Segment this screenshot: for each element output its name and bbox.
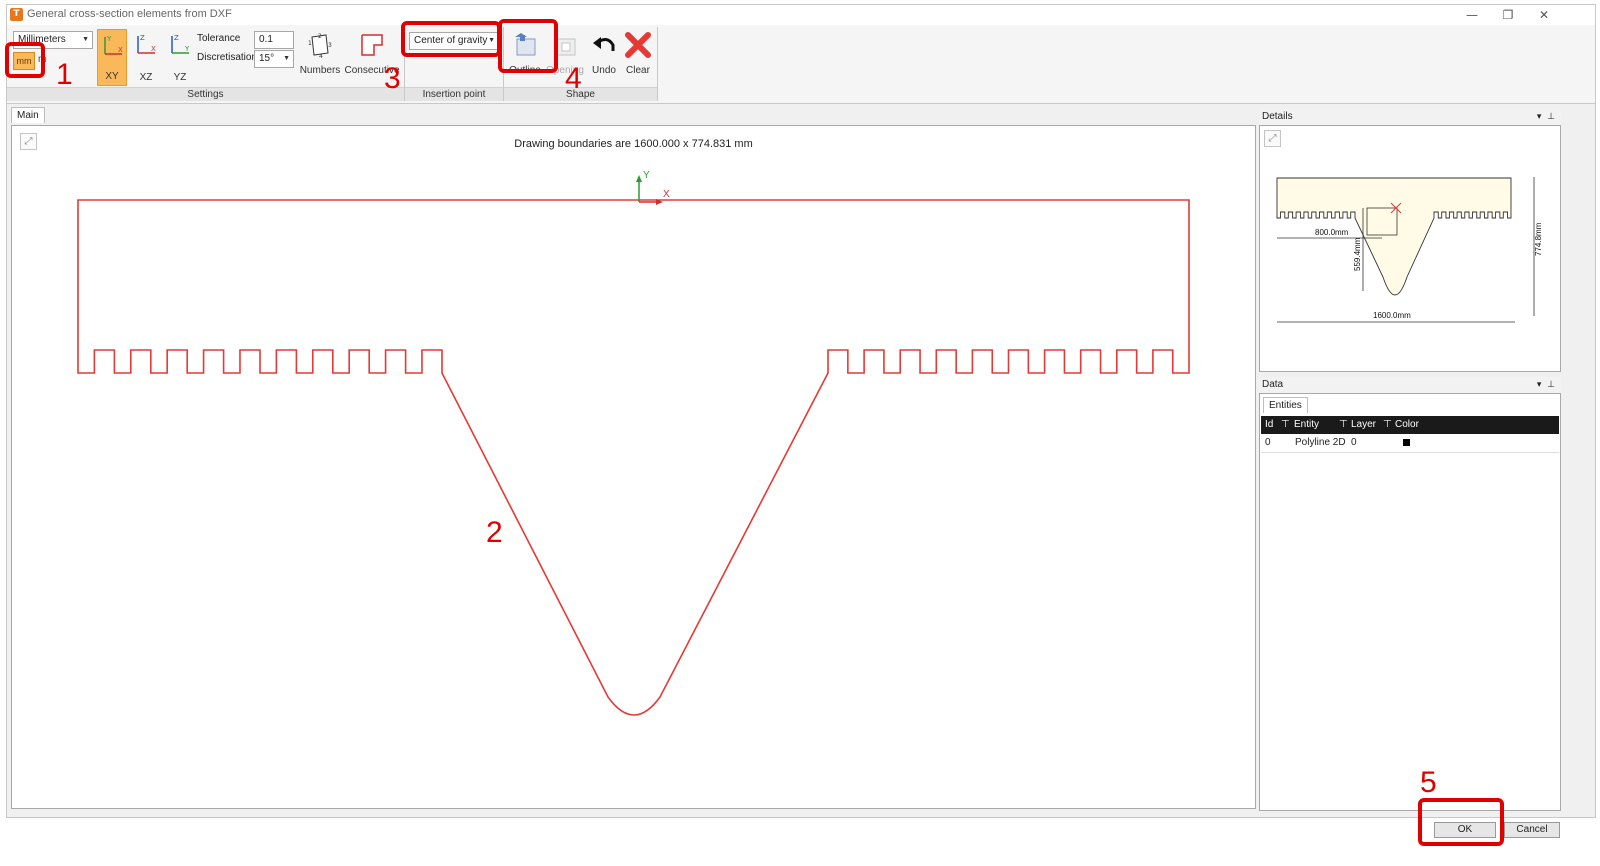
restore-button[interactable]: ❐ xyxy=(1493,7,1523,23)
cross-section-outline xyxy=(77,199,1190,716)
row-color-swatch xyxy=(1403,439,1410,446)
chevron-down-icon: ▼ xyxy=(82,36,89,43)
plane-xz-label: XZ xyxy=(139,72,153,83)
dim-half-width: 800.0mm xyxy=(1315,228,1349,237)
clear-label: Clear xyxy=(626,65,650,76)
step-2-label: 2 xyxy=(486,516,503,549)
details-preview: 800.0mm 1600.0mm 774.8mm 559.4mm xyxy=(1276,177,1543,323)
plane-xz-button[interactable]: Z X XZ xyxy=(131,29,161,86)
filter-icon[interactable]: ⊤ xyxy=(1281,416,1290,434)
svg-text:Z: Z xyxy=(174,34,179,42)
cancel-button[interactable]: Cancel xyxy=(1504,822,1560,838)
dim-depth: 559.4mm xyxy=(1353,237,1362,271)
col-id[interactable]: Id xyxy=(1265,416,1273,434)
tolerance-label: Tolerance xyxy=(197,33,241,44)
details-header: Details ▾ ⊥ xyxy=(1259,109,1561,125)
plane-xy-button[interactable]: Y X XY xyxy=(97,29,127,86)
details-title: Details xyxy=(1262,111,1293,122)
discretisation-label: Discretisation xyxy=(197,52,258,63)
xz-axes-icon: Z X xyxy=(137,34,156,54)
minimize-button[interactable]: — xyxy=(1457,7,1487,23)
numbers-button[interactable]: 2 1 3 4 Numbers xyxy=(299,29,341,76)
svg-text:Y: Y xyxy=(184,45,190,53)
clear-button[interactable]: Clear xyxy=(622,29,654,76)
details-panel: ⤢ 800.0mm 1600.0mm 774.8mm 559.4mm xyxy=(1259,125,1561,372)
numbers-label: Numbers xyxy=(299,65,341,76)
undo-button[interactable]: Undo xyxy=(587,29,621,76)
tab-entities[interactable]: Entities xyxy=(1263,397,1308,413)
discretisation-select[interactable]: 15° ▼ xyxy=(254,50,294,68)
plane-xy-label: XY xyxy=(105,71,119,82)
chevron-down-icon: ▼ xyxy=(283,55,290,62)
tab-main[interactable]: Main xyxy=(11,107,45,123)
svg-text:4: 4 xyxy=(319,53,323,59)
table-row[interactable]: 0 Polyline 2D 0 xyxy=(1261,434,1559,453)
data-header: Data ▾ ⊥ xyxy=(1259,377,1561,393)
discretisation-value: 15° xyxy=(259,53,275,64)
axis-y-label: Y xyxy=(643,170,650,181)
plane-yz-button[interactable]: Z Y YZ xyxy=(165,29,195,86)
step-5-label: 5 xyxy=(1420,766,1437,799)
insertion-point-group-label: Insertion point xyxy=(405,87,503,101)
highlight-box-4 xyxy=(498,19,558,73)
pin-icon[interactable]: ▾ ⊥ xyxy=(1537,377,1555,393)
undo-label: Undo xyxy=(592,65,616,76)
col-color[interactable]: Color xyxy=(1395,416,1419,434)
row-layer: 0 xyxy=(1351,437,1357,448)
col-layer[interactable]: Layer xyxy=(1351,416,1376,434)
step-4-label: 4 xyxy=(565,62,582,95)
dialog-window: T General cross-section elements from DX… xyxy=(6,4,1596,818)
svg-text:Y: Y xyxy=(106,35,112,43)
ribbon: Millimeters ▼ mm m Y X XY Z X XZ Z Y YZ … xyxy=(7,25,1595,104)
svg-text:3: 3 xyxy=(328,42,332,49)
highlight-box-3 xyxy=(401,21,501,57)
data-panel: Entities Id ⊤ Entity ⊤ Layer ⊤ Color 0 P… xyxy=(1259,393,1561,811)
col-entity[interactable]: Entity xyxy=(1294,416,1319,434)
svg-text:2: 2 xyxy=(318,33,322,40)
step-1-label: 1 xyxy=(56,58,73,91)
clear-x-icon xyxy=(625,32,651,58)
pin-icon[interactable]: ▾ ⊥ xyxy=(1537,109,1555,125)
svg-text:Z: Z xyxy=(140,34,145,42)
xy-axes-icon: Y X xyxy=(104,35,123,55)
svg-text:X: X xyxy=(118,46,123,54)
title-bar: T General cross-section elements from DX… xyxy=(7,5,1595,25)
close-button[interactable]: ✕ xyxy=(1529,7,1559,23)
preview-outline xyxy=(1276,177,1512,296)
row-entity: Polyline 2D xyxy=(1295,437,1346,448)
dim-width: 1600.0mm xyxy=(1373,311,1411,320)
highlight-box-1 xyxy=(5,42,45,78)
svg-text:X: X xyxy=(151,45,156,53)
drawing-canvas[interactable]: Y X xyxy=(12,126,1255,808)
highlight-box-5 xyxy=(1418,798,1504,846)
app-icon: T xyxy=(10,8,23,21)
plane-yz-label: YZ xyxy=(173,72,187,83)
dim-height: 774.8mm xyxy=(1534,222,1543,256)
window-title: General cross-section elements from DXF xyxy=(27,8,232,20)
step-3-label: 3 xyxy=(384,62,401,95)
row-id: 0 xyxy=(1265,437,1271,448)
svg-text:1: 1 xyxy=(308,40,312,47)
axis-x-label: X xyxy=(663,189,670,200)
tolerance-input[interactable]: 0.1 xyxy=(254,31,294,49)
filter-icon[interactable]: ⊤ xyxy=(1383,416,1392,434)
filter-icon[interactable]: ⊤ xyxy=(1339,416,1348,434)
numbers-icon: 2 1 3 4 xyxy=(308,33,332,59)
yz-axes-icon: Z Y xyxy=(171,34,190,54)
entities-grid-header: Id ⊤ Entity ⊤ Layer ⊤ Color xyxy=(1261,416,1559,434)
main-drawing-panel: ⤢ Drawing boundaries are 1600.000 x 774.… xyxy=(11,125,1256,809)
undo-icon xyxy=(593,37,615,51)
consecutive-icon xyxy=(361,34,383,56)
data-title: Data xyxy=(1262,379,1284,390)
